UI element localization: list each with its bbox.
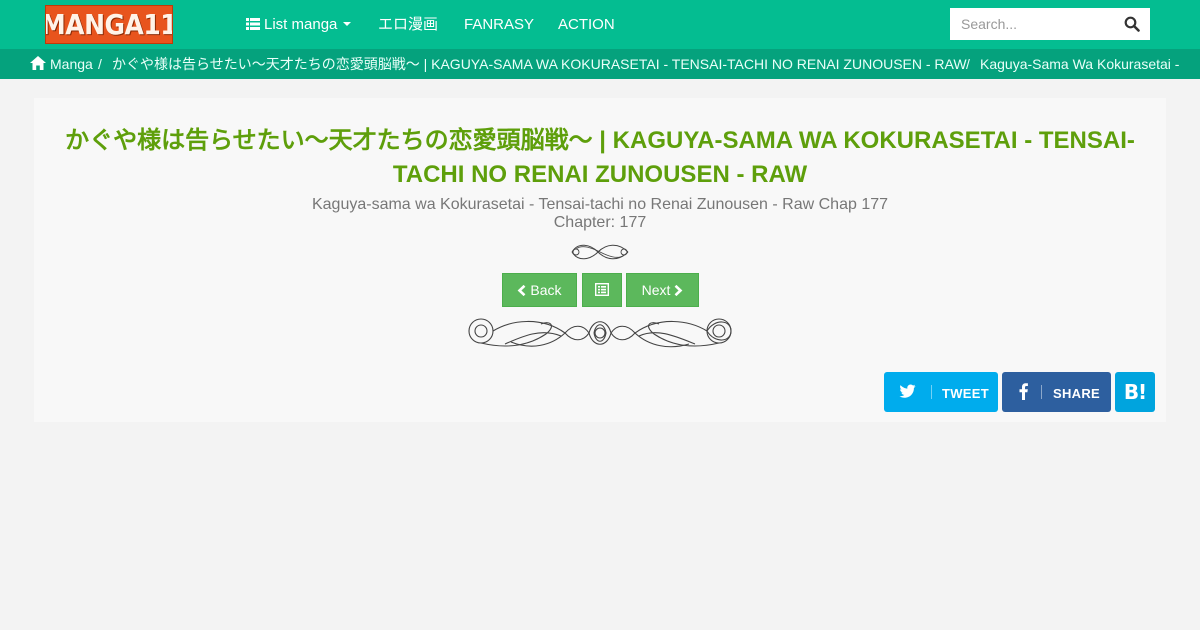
home-icon (30, 56, 46, 70)
search-box (950, 8, 1150, 40)
next-button[interactable]: Next (626, 273, 699, 307)
logo-text: MANGA11 (45, 8, 173, 41)
chapter-subtitle: Kaguya-sama wa Kokurasetai - Tensai-tach… (311, 196, 889, 213)
list-icon (246, 18, 260, 30)
hatena-bookmark-button[interactable]: B! (1115, 372, 1155, 412)
breadcrumb-separator: / (98, 56, 102, 72)
nav-action[interactable]: ACTION (558, 0, 615, 49)
breadcrumb-item-manga[interactable]: Manga (50, 49, 93, 79)
chapter-list-button[interactable] (582, 273, 622, 307)
top-navbar: MANGA11 List manga エロ漫画 FANRASY ACTION (0, 0, 1200, 49)
facebook-share-button[interactable]: SHARE (1002, 372, 1111, 412)
chapter-panel: かぐや様は告らせたい～天才たちの恋愛頭脳戦～ | KAGUYA-SAMA WA … (34, 98, 1166, 422)
facebook-icon (1019, 383, 1028, 400)
next-label: Next (641, 282, 671, 298)
breadcrumb-separator: / (966, 56, 970, 72)
share-separator (931, 385, 932, 399)
share-label: SHARE (1053, 386, 1101, 401)
back-button[interactable]: Back (502, 273, 577, 307)
breadcrumb: Manga / かぐや様は告らせたい～天才たちの恋愛頭脳戦～ | KAGUYA-… (0, 49, 1200, 79)
breadcrumb-item-series[interactable]: かぐや様は告らせたい～天才たちの恋愛頭脳戦～ | KAGUYA-SAMA WA … (112, 49, 967, 79)
chapter-number: Chapter: 177 (553, 214, 647, 231)
search-icon[interactable] (1124, 16, 1140, 32)
tweet-label: TWEET (942, 386, 989, 401)
caret-down-icon (343, 22, 352, 26)
back-label: Back (530, 282, 562, 298)
nav-list-manga-label: List manga (264, 16, 338, 33)
share-separator (1041, 385, 1042, 399)
flourish-divider (571, 244, 629, 260)
page-title[interactable]: かぐや様は告らせたい～天才たちの恋愛頭脳戦～ | KAGUYA-SAMA WA … (54, 124, 1146, 192)
nav-list-manga-dropdown[interactable]: List manga (246, 0, 352, 49)
chevron-left-icon (518, 285, 526, 296)
chevron-right-icon (674, 285, 683, 296)
list-alt-icon (594, 282, 610, 297)
hatena-bookmark-icon: B! (1123, 380, 1147, 404)
twitter-icon (899, 384, 916, 398)
search-input[interactable] (950, 8, 1116, 40)
tweet-button[interactable]: TWEET (884, 372, 998, 412)
nav-ero-manga[interactable]: エロ漫画 (378, 0, 438, 49)
flourish-divider (468, 318, 732, 348)
nav-fanrasy[interactable]: FANRASY (464, 0, 534, 49)
breadcrumb-item-chapter: Kaguya-Sama Wa Kokurasetai - (980, 56, 1180, 72)
site-logo[interactable]: MANGA11 (45, 5, 173, 44)
